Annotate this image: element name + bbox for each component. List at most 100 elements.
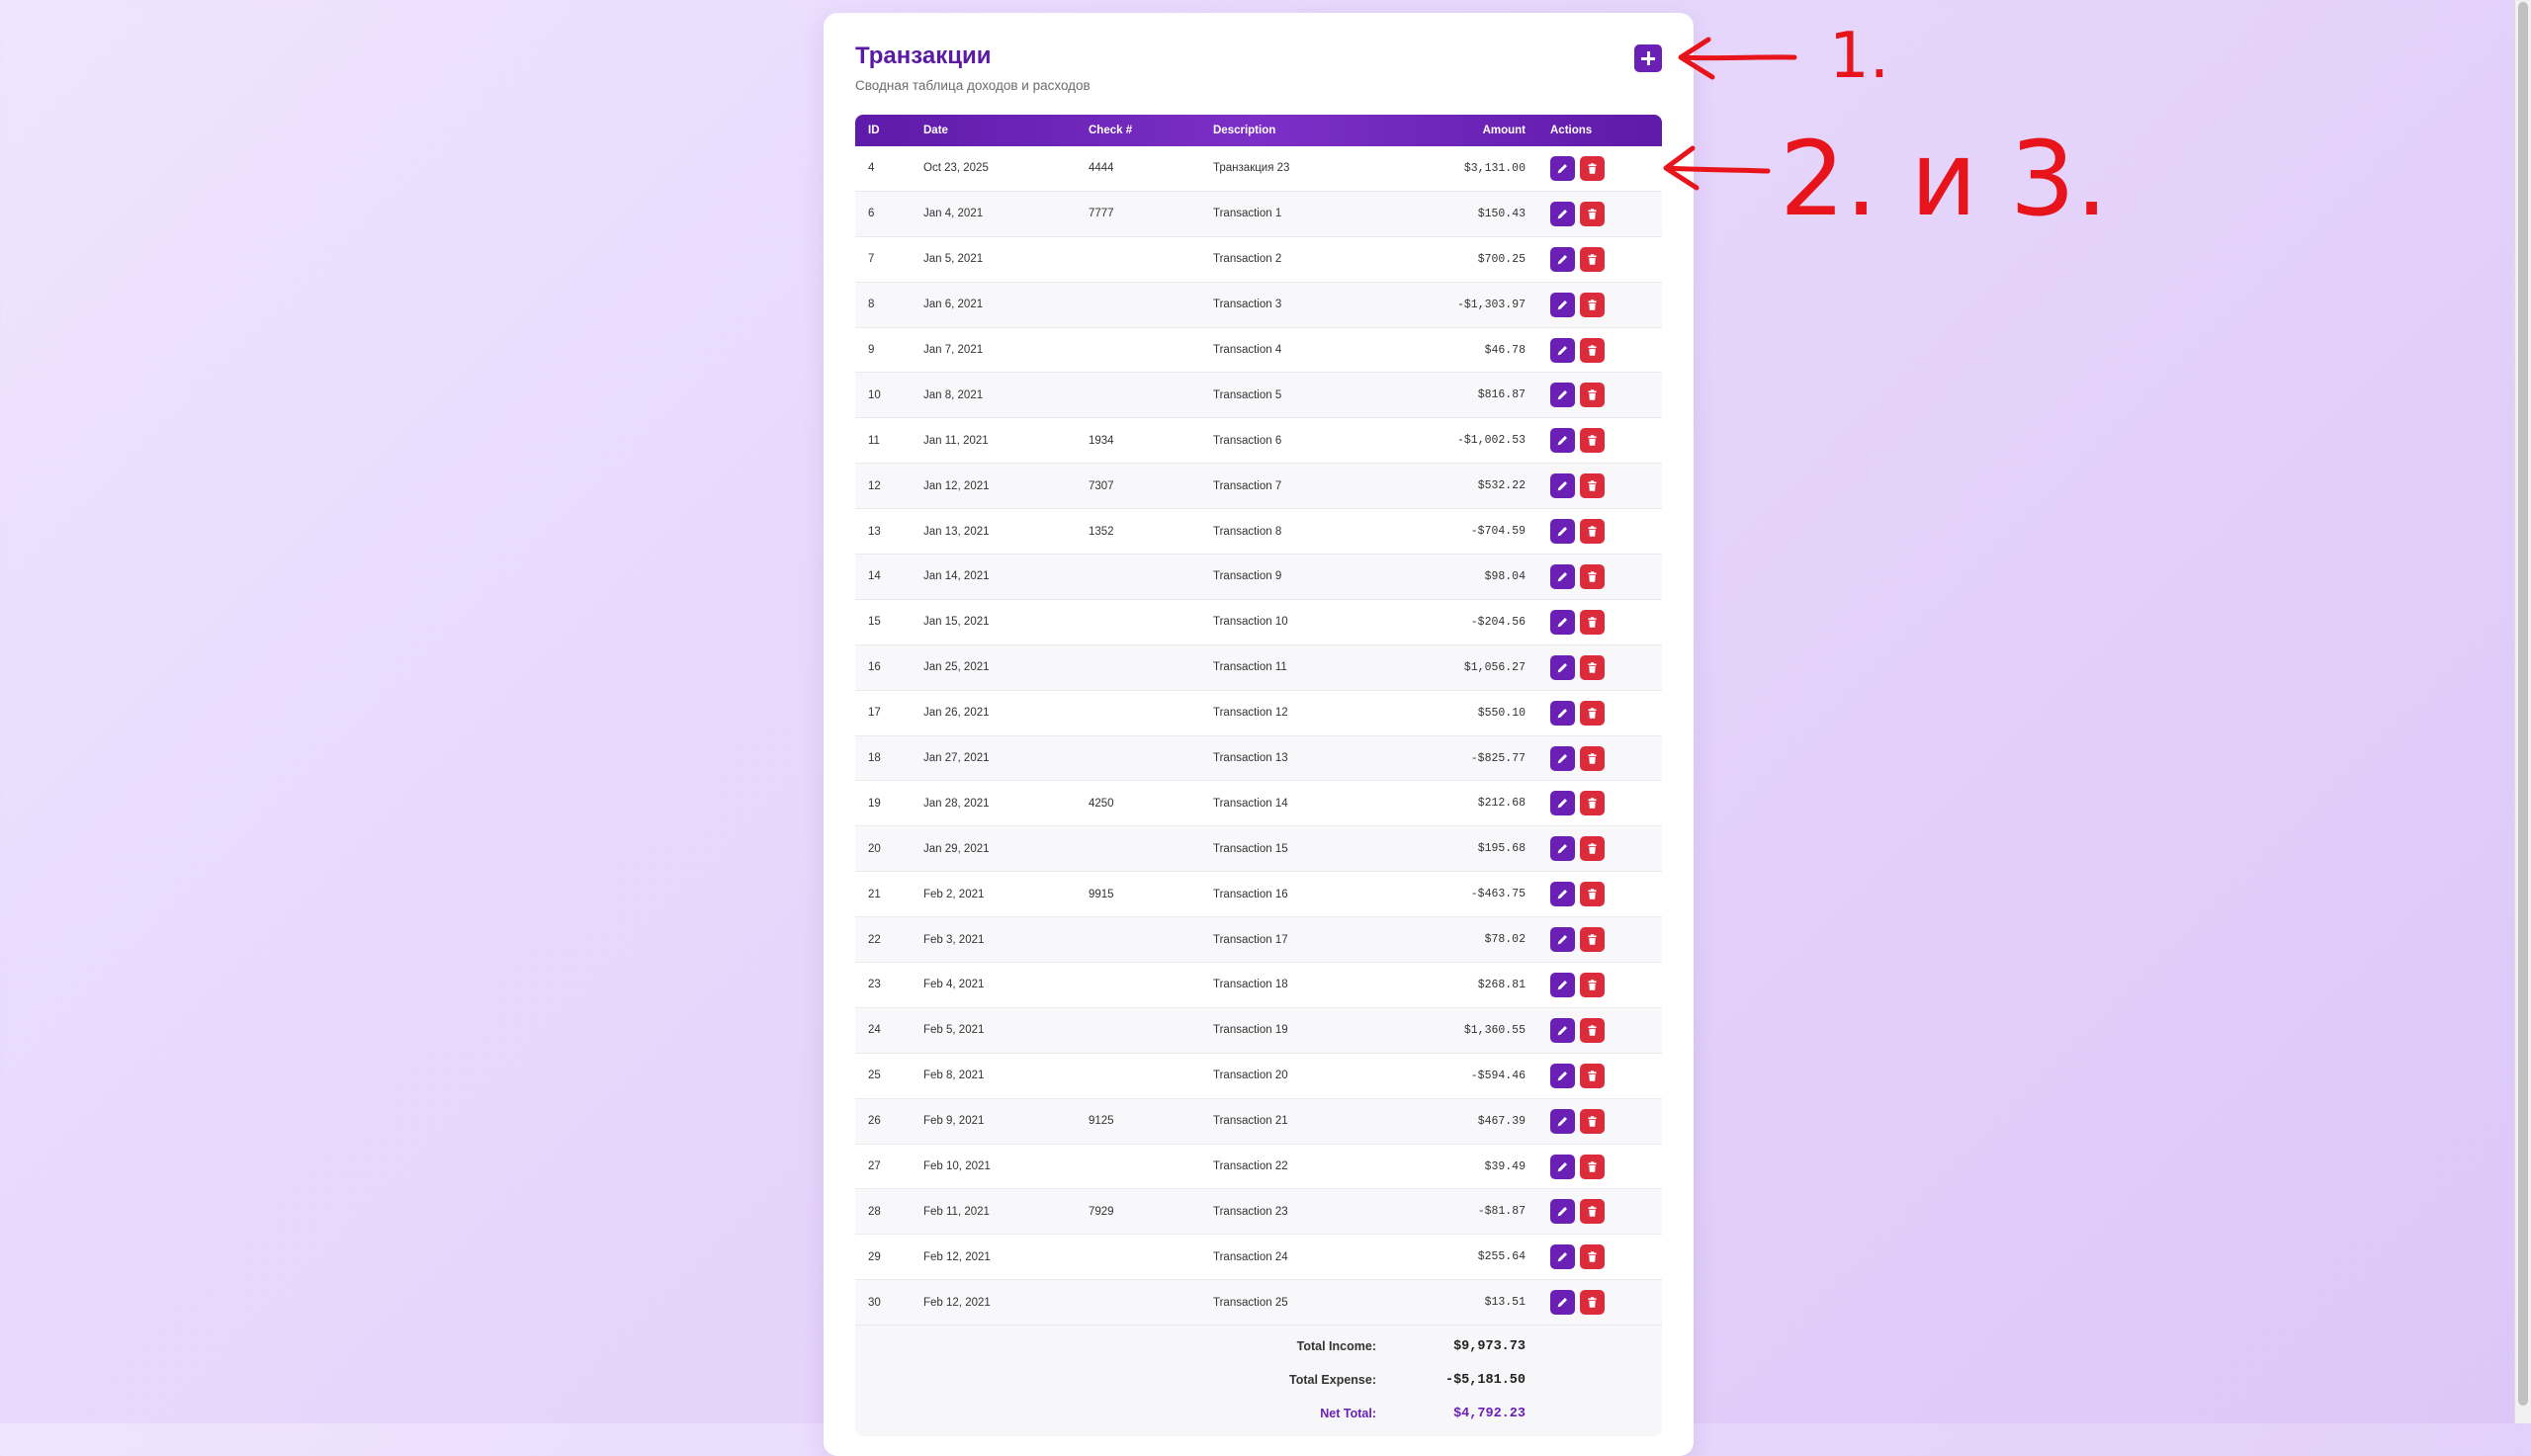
cell-description: Transaction 8 bbox=[1213, 525, 1282, 538]
cell-date: Feb 9, 2021 bbox=[923, 1115, 985, 1128]
pencil-icon bbox=[1557, 617, 1567, 628]
cell-amount: $816.87 bbox=[1477, 388, 1526, 402]
cell-id: 19 bbox=[868, 797, 881, 810]
edit-button[interactable] bbox=[1550, 246, 1575, 272]
delete-button[interactable] bbox=[1580, 609, 1605, 635]
delete-button[interactable] bbox=[1580, 836, 1605, 862]
edit-button[interactable] bbox=[1550, 201, 1575, 226]
delete-button[interactable] bbox=[1580, 1108, 1605, 1134]
delete-button[interactable] bbox=[1580, 745, 1605, 771]
delete-button[interactable] bbox=[1580, 1154, 1605, 1179]
table-row: 8 Jan 6, 2021 Transaction 3 -$1,303.97 bbox=[855, 282, 1662, 328]
vertical-scrollbar[interactable] bbox=[2514, 0, 2531, 1423]
table-row: 6 Jan 4, 2021 7777 Transaction 1 $150.43 bbox=[855, 191, 1662, 237]
delete-button[interactable] bbox=[1580, 428, 1605, 454]
edit-button[interactable] bbox=[1550, 473, 1575, 499]
cell-id: 15 bbox=[868, 616, 881, 629]
edit-button[interactable] bbox=[1550, 791, 1575, 816]
delete-button[interactable] bbox=[1580, 1017, 1605, 1043]
delete-button[interactable] bbox=[1580, 292, 1605, 317]
edit-button[interactable] bbox=[1550, 1244, 1575, 1270]
cell-description: Transaction 22 bbox=[1213, 1160, 1288, 1173]
edit-button[interactable] bbox=[1550, 383, 1575, 408]
edit-button[interactable] bbox=[1550, 700, 1575, 726]
cell-check: 7307 bbox=[1089, 479, 1114, 492]
delete-button[interactable] bbox=[1580, 155, 1605, 181]
delete-button[interactable] bbox=[1580, 1244, 1605, 1270]
cell-check: 1934 bbox=[1089, 434, 1114, 447]
trash-icon bbox=[1588, 1070, 1597, 1081]
cell-id: 8 bbox=[868, 299, 875, 311]
edit-button[interactable] bbox=[1550, 155, 1575, 181]
add-transaction-button[interactable] bbox=[1634, 44, 1662, 72]
edit-button[interactable] bbox=[1550, 1154, 1575, 1179]
total-expense-row: Total Expense: -$5,181.50 bbox=[855, 1363, 1662, 1397]
edit-button[interactable] bbox=[1550, 972, 1575, 997]
edit-button[interactable] bbox=[1550, 1199, 1575, 1225]
delete-button[interactable] bbox=[1580, 882, 1605, 907]
edit-button[interactable] bbox=[1550, 927, 1575, 953]
cell-id: 7 bbox=[868, 253, 875, 266]
delete-button[interactable] bbox=[1580, 1063, 1605, 1088]
cell-actions bbox=[1537, 972, 1662, 997]
delete-button[interactable] bbox=[1580, 1199, 1605, 1225]
cell-actions bbox=[1537, 1290, 1662, 1316]
delete-button[interactable] bbox=[1580, 1290, 1605, 1316]
delete-button[interactable] bbox=[1580, 791, 1605, 816]
edit-button[interactable] bbox=[1550, 1290, 1575, 1316]
cell-actions bbox=[1537, 519, 1662, 545]
delete-button[interactable] bbox=[1580, 700, 1605, 726]
edit-button[interactable] bbox=[1550, 519, 1575, 545]
delete-button[interactable] bbox=[1580, 927, 1605, 953]
cell-id: 4 bbox=[868, 162, 875, 175]
trash-icon bbox=[1588, 389, 1597, 401]
edit-button[interactable] bbox=[1550, 1017, 1575, 1043]
cell-description: Transaction 2 bbox=[1213, 253, 1282, 266]
trash-icon bbox=[1588, 752, 1597, 764]
pencil-icon bbox=[1557, 1252, 1567, 1262]
delete-button[interactable] bbox=[1580, 246, 1605, 272]
cell-amount: -$594.46 bbox=[1470, 1069, 1526, 1082]
edit-button[interactable] bbox=[1550, 563, 1575, 589]
edit-button[interactable] bbox=[1550, 1108, 1575, 1134]
edit-button[interactable] bbox=[1550, 882, 1575, 907]
annotation-label-1: 1. bbox=[1829, 20, 1889, 93]
delete-button[interactable] bbox=[1580, 337, 1605, 363]
cell-actions bbox=[1537, 292, 1662, 317]
edit-button[interactable] bbox=[1550, 609, 1575, 635]
edit-button[interactable] bbox=[1550, 292, 1575, 317]
delete-button[interactable] bbox=[1580, 563, 1605, 589]
trash-icon bbox=[1588, 435, 1597, 447]
net-total-row: Net Total: $4,792.23 bbox=[855, 1397, 1662, 1430]
cell-id: 21 bbox=[868, 888, 881, 900]
cell-amount: -$204.56 bbox=[1470, 615, 1526, 629]
table-row: 18 Jan 27, 2021 Transaction 13 -$825.77 bbox=[855, 735, 1662, 782]
cell-actions bbox=[1537, 428, 1662, 454]
delete-button[interactable] bbox=[1580, 654, 1605, 680]
cell-date: Jan 8, 2021 bbox=[923, 388, 984, 401]
pencil-icon bbox=[1557, 209, 1567, 219]
delete-button[interactable] bbox=[1580, 383, 1605, 408]
cell-actions bbox=[1537, 1244, 1662, 1270]
edit-button[interactable] bbox=[1550, 654, 1575, 680]
table-row: 15 Jan 15, 2021 Transaction 10 -$204.56 bbox=[855, 600, 1662, 645]
delete-button[interactable] bbox=[1580, 519, 1605, 545]
edit-button[interactable] bbox=[1550, 337, 1575, 363]
delete-button[interactable] bbox=[1580, 972, 1605, 997]
table-row: 14 Jan 14, 2021 Transaction 9 $98.04 bbox=[855, 555, 1662, 600]
cell-amount: $1,360.55 bbox=[1463, 1023, 1526, 1037]
delete-button[interactable] bbox=[1580, 473, 1605, 499]
table-row: 27 Feb 10, 2021 Transaction 22 $39.49 bbox=[855, 1145, 1662, 1190]
cell-date: Jan 26, 2021 bbox=[923, 707, 990, 720]
edit-button[interactable] bbox=[1550, 428, 1575, 454]
edit-button[interactable] bbox=[1550, 836, 1575, 862]
cell-date: Jan 27, 2021 bbox=[923, 752, 990, 765]
cell-id: 11 bbox=[868, 434, 880, 447]
cell-date: Jan 28, 2021 bbox=[923, 797, 990, 810]
cell-id: 24 bbox=[868, 1024, 881, 1037]
edit-button[interactable] bbox=[1550, 745, 1575, 771]
scrollbar-thumb[interactable] bbox=[2518, 2, 2528, 1406]
edit-button[interactable] bbox=[1550, 1063, 1575, 1088]
pencil-icon bbox=[1557, 1161, 1567, 1171]
delete-button[interactable] bbox=[1580, 201, 1605, 226]
